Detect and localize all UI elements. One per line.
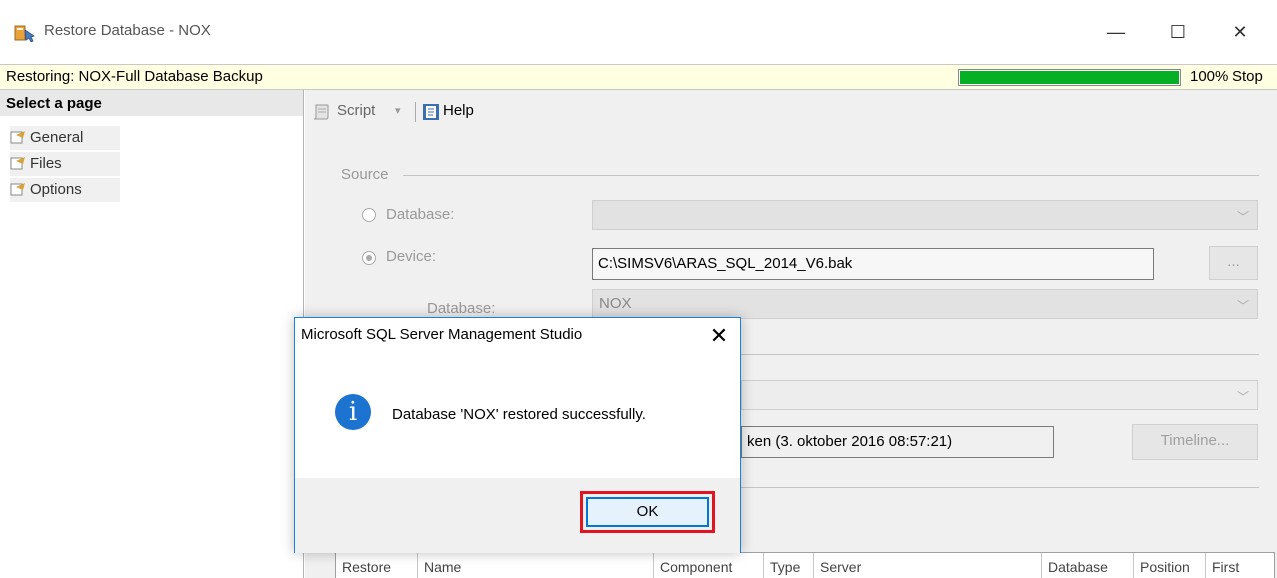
page-icon: [10, 131, 25, 144]
progress-bar: [958, 69, 1181, 86]
grid-header-name[interactable]: Name: [418, 553, 654, 578]
plan-group-divider: [741, 487, 1259, 488]
dialog-close-button[interactable]: ✕: [705, 322, 733, 350]
dialog-footer: OK: [295, 478, 740, 553]
destination-group-divider: [741, 354, 1259, 355]
toolbar: Script ▾ Help: [305, 90, 1277, 134]
backup-database-value: NOX: [599, 295, 632, 312]
ok-highlight-frame: OK: [580, 491, 715, 533]
grid-header-first[interactable]: First: [1206, 553, 1274, 578]
select-page-header: Select a page: [0, 90, 303, 116]
script-button[interactable]: Script: [337, 102, 375, 119]
progress-status-bar: Restoring: NOX-Full Database Backup 100%…: [0, 64, 1277, 90]
page-item-label: Options: [30, 181, 82, 198]
source-group-divider: [403, 175, 1259, 176]
page-item-label: Files: [30, 155, 62, 172]
restore-to-field[interactable]: ken (3. oktober 2016 08:57:21): [741, 426, 1054, 458]
device-radio-label: Device:: [386, 248, 437, 265]
progress-fill: [960, 71, 1179, 84]
chevron-down-icon: ﹀: [1236, 299, 1249, 313]
toolbar-separator: [415, 102, 416, 122]
minimize-button[interactable]: —: [1098, 16, 1134, 48]
browse-device-button[interactable]: ...: [1209, 246, 1258, 280]
grid-header-position[interactable]: Position: [1134, 553, 1206, 578]
source-database-label: Database:: [427, 300, 496, 317]
dialog-message: Database 'NOX' restored successfully.: [392, 406, 646, 423]
database-radio-label: Database:: [386, 206, 455, 223]
help-icon[interactable]: [422, 103, 440, 121]
script-icon[interactable]: [313, 104, 331, 120]
timeline-button[interactable]: Timeline...: [1132, 424, 1258, 460]
device-path-field[interactable]: C:\SIMSV6\ARAS_SQL_2014_V6.bak: [592, 248, 1154, 280]
grid-header-database[interactable]: Database: [1042, 553, 1134, 578]
backup-sets-grid: Restore Name Component Type Server Datab…: [335, 552, 1275, 578]
maximize-button[interactable]: ☐: [1160, 16, 1196, 48]
page-item-files[interactable]: Files: [10, 152, 120, 176]
source-database-combo[interactable]: ﹀: [592, 200, 1258, 230]
script-dropdown-icon[interactable]: ▾: [395, 104, 401, 117]
chevron-down-icon: ﹀: [1236, 390, 1249, 404]
device-path-value: C:\SIMSV6\ARAS_SQL_2014_V6.bak: [598, 255, 853, 272]
help-button[interactable]: Help: [443, 102, 474, 119]
grid-header-server[interactable]: Server: [814, 553, 1042, 578]
grid-header-type[interactable]: Type: [764, 553, 814, 578]
device-radio[interactable]: [362, 251, 376, 265]
destination-database-combo[interactable]: ﹀: [741, 380, 1258, 410]
page-selector-panel: Select a page General Files Options: [0, 90, 304, 578]
page-item-label: General: [30, 129, 84, 146]
source-group-label: Source: [341, 166, 389, 183]
stop-link[interactable]: Stop: [1232, 68, 1263, 85]
grid-header-restore[interactable]: Restore: [336, 553, 418, 578]
page-icon: [10, 157, 25, 170]
backup-database-combo[interactable]: NOX ﹀: [592, 289, 1258, 319]
page-icon: [10, 183, 25, 196]
success-message-dialog: Microsoft SQL Server Management Studio ✕…: [294, 317, 741, 553]
database-radio[interactable]: [362, 208, 376, 222]
ok-button[interactable]: OK: [586, 497, 709, 527]
status-text: Restoring: NOX-Full Database Backup: [6, 68, 263, 85]
window-title-bar: Restore Database - NOX — ☐ ✕: [0, 0, 1277, 64]
restore-database-icon: [14, 25, 35, 42]
grid-header-component[interactable]: Component: [654, 553, 764, 578]
dialog-title: Microsoft SQL Server Management Studio: [301, 326, 583, 343]
chevron-down-icon: ﹀: [1236, 210, 1249, 224]
restore-to-value: ken (3. oktober 2016 08:57:21): [747, 433, 953, 450]
close-window-button[interactable]: ✕: [1222, 16, 1258, 48]
window-title: Restore Database - NOX: [44, 22, 211, 39]
page-item-general[interactable]: General: [10, 126, 120, 150]
information-icon: i: [335, 394, 371, 430]
progress-percent: 100%: [1190, 68, 1229, 85]
page-item-options[interactable]: Options: [10, 178, 120, 202]
